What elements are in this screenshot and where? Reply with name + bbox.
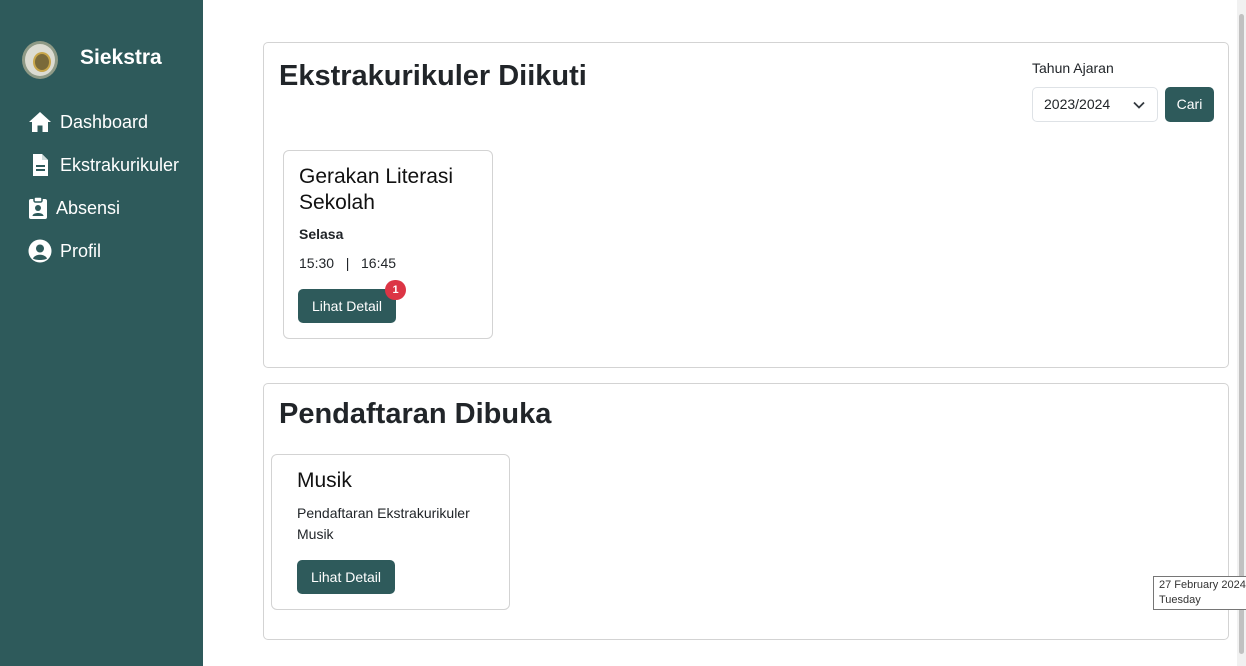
sidebar-item-label: Dashboard: [60, 111, 149, 132]
view-detail-button[interactable]: Lihat Detail: [297, 560, 395, 594]
tooltip-date: 27 February 2024: [1159, 579, 1246, 591]
brand[interactable]: Siekstra: [22, 41, 162, 79]
document-icon: [33, 154, 48, 176]
view-detail-button[interactable]: Lihat Detail: [298, 289, 396, 323]
academic-year-value: 2023/2024: [1044, 96, 1111, 112]
user-circle-icon: [28, 239, 52, 263]
chevron-down-icon: [1133, 101, 1145, 109]
schedule-time: 15:30 | 16:45: [299, 255, 397, 271]
academic-year-select[interactable]: 2023/2024: [1032, 87, 1158, 122]
extracurricular-card: Gerakan Literasi Sekolah Selasa 15:30 | …: [283, 150, 493, 339]
sidebar-item-absensi[interactable]: Absensi: [28, 194, 179, 222]
notification-badge: 1: [385, 280, 406, 300]
clipboard-user-icon: [29, 196, 47, 219]
tooltip-day: Tuesday: [1159, 594, 1201, 606]
sidebar-item-dashboard[interactable]: Dashboard: [28, 108, 179, 136]
extracurricular-name: Gerakan Literasi Sekolah: [299, 165, 454, 214]
scrollbar-thumb[interactable]: [1239, 14, 1244, 654]
followed-section-title: Ekstrakurikuler Diikuti: [279, 60, 587, 92]
sidebar-nav: Dashboard Ekstrakurikuler Absensi Profil: [28, 108, 179, 280]
extracurricular-name: Musik: [297, 469, 352, 492]
home-icon: [29, 112, 51, 132]
sidebar-item-label: Ekstrakurikuler: [60, 154, 180, 175]
sidebar-item-ekstrakurikuler[interactable]: Ekstrakurikuler: [28, 151, 179, 179]
schedule-day: Selasa: [299, 226, 344, 242]
date-tooltip: 27 February 2024 Tuesday: [1153, 576, 1246, 610]
registration-card: Musik Pendaftaran Ekstrakurikuler Musik …: [271, 454, 510, 610]
academic-year-label: Tahun Ajaran: [1032, 60, 1114, 76]
open-registration-title: Pendaftaran Dibuka: [279, 398, 552, 430]
registration-description: Pendaftaran Ekstrakurikuler Musik: [297, 505, 470, 542]
app-name: Siekstra: [80, 46, 162, 69]
sidebar-item-label: Absensi: [56, 197, 121, 218]
sidebar-item-label: Profil: [60, 240, 102, 261]
followed-extracurricular-card: Ekstrakurikuler Diikuti Tahun Ajaran 202…: [263, 42, 1229, 368]
school-logo: [22, 41, 58, 79]
sidebar-item-profil[interactable]: Profil: [28, 237, 179, 265]
sidebar: Siekstra Dashboard Ekstrakurikuler Absen…: [0, 0, 203, 666]
search-button[interactable]: Cari: [1165, 87, 1214, 122]
open-registration-card: Pendaftaran Dibuka Musik Pendaftaran Eks…: [263, 383, 1229, 640]
vertical-scrollbar[interactable]: [1237, 0, 1246, 666]
